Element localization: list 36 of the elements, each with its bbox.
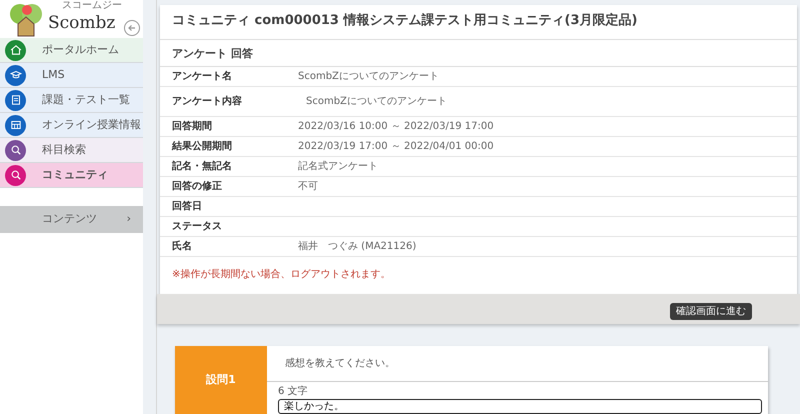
field-label: 回答期間 (172, 120, 213, 134)
confirm-button[interactable]: 確認画面に進む (670, 303, 752, 320)
field-value: 不可 (298, 180, 318, 194)
field-label: 記名・無記名 (172, 160, 233, 174)
sidebar-item[interactable]: オンライン授業情報 (0, 113, 143, 138)
sidebar-item[interactable]: 課題・テスト一覧 (0, 88, 143, 113)
answer-field[interactable]: 楽しかった。 (278, 399, 762, 414)
tree-house-drawing (8, 4, 44, 38)
question-number: 設問1 (175, 346, 267, 414)
field-label: アンケート内容 (172, 94, 243, 109)
page-title: コミュニティ com000013 情報システム課テスト用コミュニティ(3月限定品) (160, 5, 797, 40)
field-value: 2022/03/16 10:00 ～ 2022/03/19 17:00 (298, 120, 494, 134)
sidebar-item[interactable]: 科目検索 (0, 138, 143, 163)
field-value: 福井 つぐみ (MA21126) (298, 240, 416, 254)
sidebar-item[interactable]: コミュニティ (0, 163, 143, 188)
collapse-button[interactable] (124, 20, 140, 36)
back-arrow-icon (127, 22, 137, 33)
section-title: アンケート 回答 (160, 40, 797, 67)
sidebar-item[interactable]: LMS (0, 63, 143, 88)
field-value: ScombZについてのアンケート (305, 95, 447, 109)
field-label: 結果公開期間 (172, 140, 233, 154)
field-value: ScombZについてのアンケート (298, 70, 439, 84)
logout-notice: ※操作が長期間ない場合、ログアウトされます。 (171, 268, 392, 282)
field-label: 回答日 (172, 200, 203, 214)
field-label: 回答の修正 (172, 180, 223, 194)
field-value: 2022/03/19 17:00 ～ 2022/04/01 00:00 (298, 140, 494, 154)
sidebar-item[interactable]: ポータルホーム (0, 38, 143, 63)
field-label: 氏名 (172, 240, 193, 254)
logo-subtitle: スコームジー (62, 1, 122, 11)
field-label: ステータス (172, 220, 223, 234)
character-count: 6 文字 (277, 384, 309, 399)
question-text: 感想を教えてください。 (267, 346, 768, 382)
logo-text: Scombz (48, 15, 116, 32)
field-value: 記名式アンケート (298, 160, 378, 174)
field-label: アンケート名 (172, 70, 233, 84)
contents-menu-button[interactable]: コンテンツ › (0, 206, 143, 233)
